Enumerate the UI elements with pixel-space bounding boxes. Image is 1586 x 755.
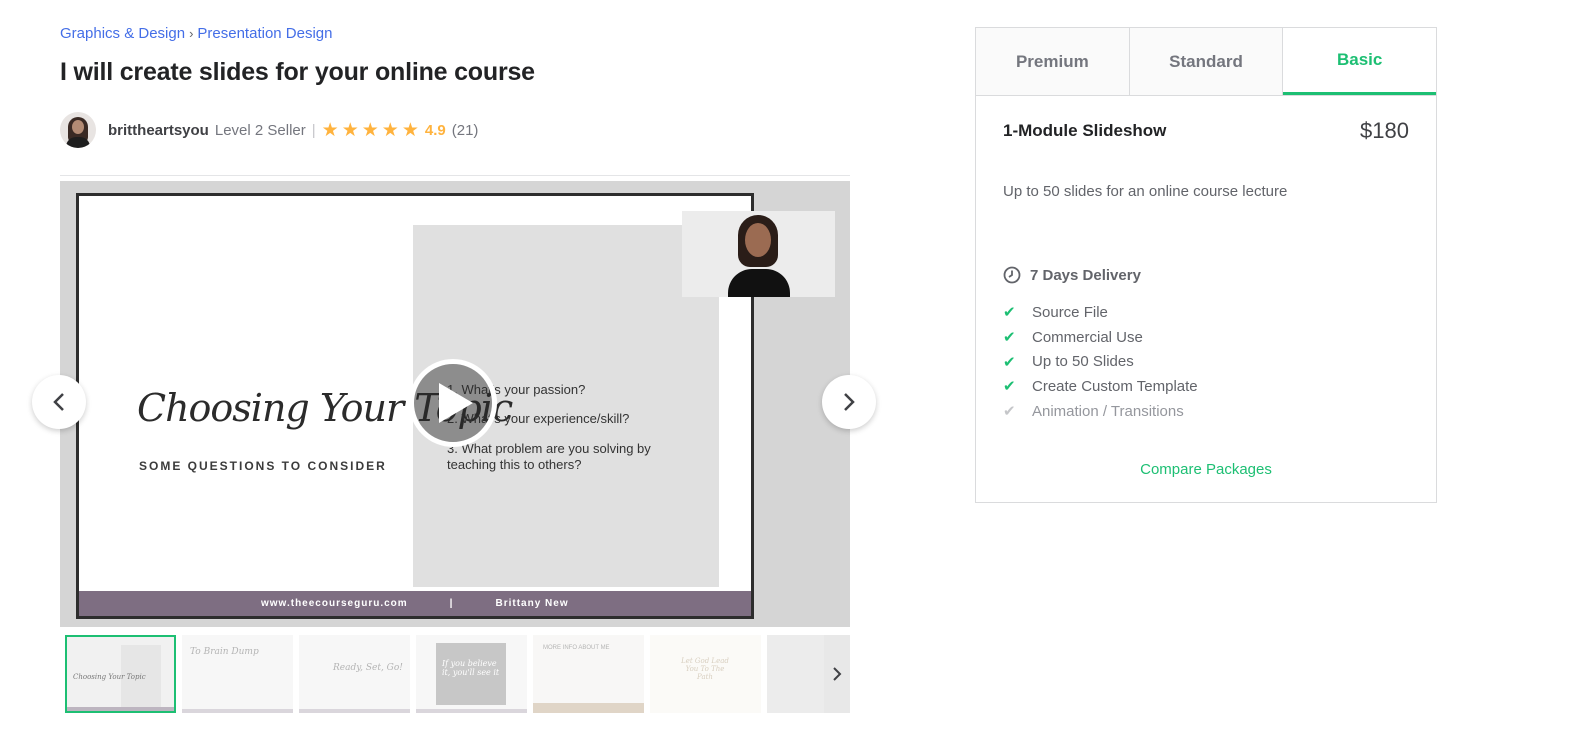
package-description: Up to 50 slides for an online course lec… xyxy=(1003,183,1288,200)
thumbnail-label: Choosing Your Topic xyxy=(73,673,146,681)
chevron-left-icon xyxy=(53,393,64,411)
review-count[interactable]: (21) xyxy=(452,122,479,139)
play-icon xyxy=(439,383,473,423)
tab-premium[interactable]: Premium xyxy=(976,28,1130,95)
packages-card: Premium Standard Basic 1-Module Slidesho… xyxy=(975,27,1437,503)
thumbnails-next-button[interactable] xyxy=(824,635,850,713)
check-icon: ✔ xyxy=(1003,304,1016,322)
gallery-thumbnail[interactable] xyxy=(767,635,827,713)
rating-stars[interactable]: ★ ★ ★ ★ ★ xyxy=(322,121,419,140)
check-icon: ✔ xyxy=(1003,378,1016,396)
feature-label: Animation / Transitions xyxy=(1032,402,1184,420)
seller-divider: | xyxy=(311,121,316,139)
feature-item: ✔ Commercial Use xyxy=(1003,325,1198,350)
thumbnail-label: To Brain Dump xyxy=(190,647,259,657)
seller-overview: brittheartsyou Level 2 Seller | ★ ★ ★ ★ … xyxy=(60,112,478,148)
tab-basic[interactable]: Basic xyxy=(1283,28,1437,95)
thumbnail-label: Let God Lead You To The Path xyxy=(681,657,729,681)
feature-label: Commercial Use xyxy=(1032,328,1143,346)
package-name: 1-Module Slideshow xyxy=(1003,121,1167,140)
feature-item: ✔ Create Custom Template xyxy=(1003,374,1198,399)
check-icon: ✔ xyxy=(1003,353,1016,371)
feature-item: ✔ Up to 50 Slides xyxy=(1003,349,1198,374)
gallery-thumbnail[interactable]: Let God Lead You To The Path xyxy=(650,635,761,713)
compare-packages-link[interactable]: Compare Packages xyxy=(976,461,1436,478)
star-icon: ★ xyxy=(341,119,359,141)
play-video-button[interactable] xyxy=(409,359,497,447)
feature-label: Up to 50 Slides xyxy=(1032,353,1134,371)
feature-label: Create Custom Template xyxy=(1032,377,1198,395)
slide-footer-separator: | xyxy=(449,598,454,609)
seller-avatar[interactable] xyxy=(60,112,96,148)
breadcrumb-category-link[interactable]: Graphics & Design xyxy=(60,25,185,42)
slide-footer-url: www.theecourseguru.com xyxy=(261,598,408,609)
thumbnail-label: Ready, Set, Go! xyxy=(333,663,403,673)
seller-name-link[interactable]: brittheartsyou xyxy=(108,122,209,139)
delivery-time: 7 Days Delivery xyxy=(1003,266,1141,284)
chevron-right-icon xyxy=(833,667,842,681)
delivery-label: 7 Days Delivery xyxy=(1030,266,1141,284)
check-icon: ✔ xyxy=(1003,329,1016,347)
gig-title: I will create slides for your online cou… xyxy=(60,58,535,86)
package-tabs: Premium Standard Basic xyxy=(976,28,1437,96)
thumbnail-label: MORE INFO ABOUT ME xyxy=(543,645,610,651)
thumbnail-label: If you believe it, you'll see it xyxy=(442,659,500,677)
slide-footer-bar: www.theecourseguru.com | Brittany New xyxy=(79,591,751,616)
feature-label: Source File xyxy=(1032,303,1108,321)
clock-icon xyxy=(1003,266,1021,284)
breadcrumb-separator: › xyxy=(189,26,194,41)
gallery-thumbnail[interactable]: MORE INFO ABOUT ME xyxy=(533,635,644,713)
gallery-divider xyxy=(60,175,850,176)
seller-level: Level 2 Seller xyxy=(214,121,306,139)
slide-subtitle: SOME QUESTIONS TO CONSIDER xyxy=(139,459,387,473)
star-icon: ★ xyxy=(321,119,339,141)
gallery-thumbnail[interactable]: Choosing Your Topic xyxy=(65,635,176,713)
gallery-next-button[interactable] xyxy=(822,375,876,429)
package-price: $180 xyxy=(1360,118,1409,143)
gallery-thumbnail[interactable]: If you believe it, you'll see it xyxy=(416,635,527,713)
star-icon: ★ xyxy=(401,119,419,141)
tab-standard[interactable]: Standard xyxy=(1129,28,1284,95)
star-icon: ★ xyxy=(381,119,399,141)
gallery-thumbnail[interactable]: Ready, Set, Go! xyxy=(299,635,410,713)
chevron-right-icon xyxy=(844,393,855,411)
breadcrumb: Graphics & Design › Presentation Design xyxy=(60,25,333,42)
breadcrumb-subcategory-link[interactable]: Presentation Design xyxy=(197,25,332,42)
package-header: 1-Module Slideshow $180 xyxy=(1003,118,1409,144)
feature-item: ✔ Animation / Transitions xyxy=(1003,399,1198,424)
rating-score: 4.9 xyxy=(424,121,446,139)
gallery-thumbnail[interactable]: To Brain Dump xyxy=(182,635,293,713)
gallery-thumbnails: Choosing Your Topic To Brain Dump Ready,… xyxy=(60,635,850,715)
star-icon: ★ xyxy=(361,119,379,141)
gig-gallery: Choosing Your Topic SOME QUESTIONS TO CO… xyxy=(60,175,850,713)
feature-item: ✔ Source File xyxy=(1003,300,1198,325)
check-icon: ✔ xyxy=(1003,403,1016,421)
presenter-webcam-overlay xyxy=(682,211,835,297)
gallery-main-media[interactable]: Choosing Your Topic SOME QUESTIONS TO CO… xyxy=(60,181,850,627)
gallery-prev-button[interactable] xyxy=(32,375,86,429)
slide-question: 3. What problem are you solving by teach… xyxy=(447,440,651,472)
slide-footer-author: Brittany New xyxy=(495,598,569,609)
package-features: ✔ Source File ✔ Commercial Use ✔ Up to 5… xyxy=(1003,300,1198,423)
